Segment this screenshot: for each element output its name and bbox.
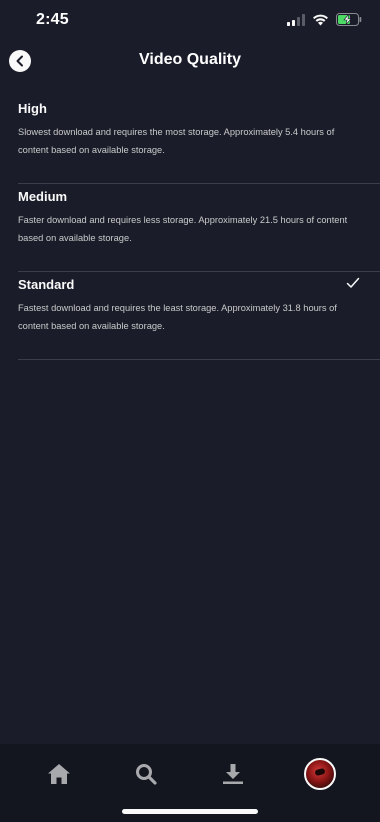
option-description: Slowest download and requires the most s… — [18, 127, 335, 155]
wifi-icon — [312, 13, 329, 31]
video-quality-options: High Slowest download and requires the m… — [18, 96, 380, 360]
downloads-icon — [222, 763, 244, 785]
option-title: High — [18, 101, 47, 116]
page-title: Video Quality — [139, 51, 241, 68]
option-high[interactable]: High Slowest download and requires the m… — [18, 96, 380, 184]
home-indicator — [122, 809, 258, 814]
option-medium[interactable]: Medium Faster download and requires less… — [18, 184, 380, 272]
option-title: Medium — [18, 189, 68, 204]
option-description: Fastest download and requires the least … — [18, 303, 337, 331]
status-time: 2:45 — [36, 11, 69, 28]
option-title: Standard — [18, 277, 75, 292]
option-description: Faster download and requires less storag… — [18, 215, 348, 243]
tab-search[interactable] — [126, 754, 166, 794]
status-bar: 2:45 — [0, 0, 380, 44]
status-icons — [287, 13, 362, 31]
profile-avatar — [304, 758, 336, 790]
option-standard[interactable]: Standard Fastest download and requires t… — [18, 272, 380, 360]
home-icon — [47, 763, 71, 785]
checkmark-icon — [346, 276, 360, 290]
header: Video Quality — [0, 44, 380, 80]
tab-profile[interactable] — [300, 754, 340, 794]
search-icon — [135, 763, 157, 785]
tab-downloads[interactable] — [213, 754, 253, 794]
screen: 2:45 Video Quality High Slowest download… — [0, 0, 380, 822]
cellular-signal-icon — [287, 13, 305, 31]
tab-home[interactable] — [39, 754, 79, 794]
battery-charging-icon — [336, 13, 362, 31]
